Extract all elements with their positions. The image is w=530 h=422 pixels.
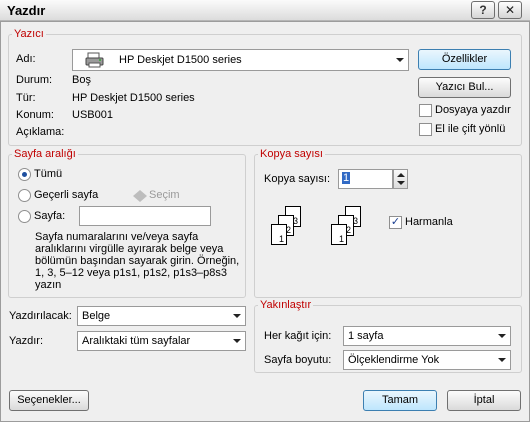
- status-label: Durum:: [16, 74, 53, 86]
- pages-radio[interactable]: [18, 210, 31, 223]
- window-title: Yazdır: [7, 3, 46, 18]
- type-label: Tür:: [16, 92, 36, 104]
- manual-duplex-label: El ile çift yönlü: [435, 123, 506, 135]
- status-value: Boş: [72, 74, 91, 86]
- spin-up-icon[interactable]: [397, 173, 405, 177]
- page-range-legend: Sayfa aralığı: [14, 148, 76, 160]
- title-bar: Yazdır ? ✕: [0, 0, 530, 21]
- properties-button[interactable]: Özellikler: [418, 49, 511, 70]
- copies-count-input[interactable]: 1: [338, 169, 393, 189]
- pages-per-sheet-select[interactable]: 1 sayfa: [343, 326, 511, 346]
- help-button[interactable]: ?: [471, 1, 495, 19]
- print-what-label: Yazdırılacak:: [9, 310, 72, 322]
- printer-legend: Yazıcı: [14, 28, 44, 40]
- collate-label: Harmanla: [405, 216, 453, 228]
- manual-duplex-checkbox[interactable]: [419, 123, 432, 136]
- chevron-down-icon: [233, 339, 241, 343]
- print-to-file-label: Dosyaya yazdır: [435, 104, 511, 116]
- current-page-label: Geçerli sayfa: [34, 189, 99, 201]
- copies-legend: Kopya sayısı: [260, 148, 323, 160]
- ok-button[interactable]: Tamam: [363, 390, 437, 411]
- find-printer-button[interactable]: Yazıcı Bul...: [418, 77, 511, 98]
- help-line: aralıklarını virgülle ayırarak belge vey…: [35, 243, 224, 255]
- type-value: HP Deskjet D1500 series: [72, 92, 195, 104]
- pages-per-sheet-value: 1 sayfa: [348, 330, 384, 342]
- comment-label: Açıklama:: [16, 126, 65, 138]
- help-line: bölümün başından sayarak girin. Örneğin,: [35, 255, 240, 267]
- print-what-value: Belge: [82, 310, 111, 322]
- chevron-down-icon: [498, 358, 506, 362]
- page-icon: 1: [331, 224, 347, 245]
- zoom-legend: Yakınlaştır: [260, 299, 312, 311]
- copies-count-label: Kopya sayısı:: [264, 173, 331, 185]
- selection-label[interactable]: Seçim: [149, 189, 180, 201]
- print-to-file-checkbox[interactable]: [419, 104, 432, 117]
- print-range-select[interactable]: Aralıktaki tüm sayfalar: [77, 331, 246, 351]
- printer-name-select[interactable]: HP Deskjet D1500 series: [72, 49, 409, 71]
- pages-per-sheet-label: Her kağıt için:: [264, 330, 332, 342]
- help-line: 1, 3, 5–12 veya p1s1, p1s2, p1s3–p8s3: [35, 267, 228, 279]
- location-label: Konum:: [16, 109, 54, 121]
- chevron-down-icon: [233, 314, 241, 318]
- print-dialog: Yazıcı Adı: HP Deskjet D1500 series Duru…: [0, 21, 530, 422]
- location-value: USB001: [72, 109, 113, 121]
- page-icon: 1: [271, 224, 287, 245]
- chevron-down-icon: [498, 334, 506, 338]
- all-pages-radio[interactable]: [18, 168, 31, 181]
- cancel-button[interactable]: İptal: [447, 390, 521, 411]
- help-line: Sayfa numaralarını ve/veya sayfa: [35, 231, 199, 243]
- selection-diamond-icon: [133, 190, 147, 202]
- chevron-down-icon: [396, 58, 404, 62]
- all-pages-label: Tümü: [34, 168, 63, 180]
- scale-label: Sayfa boyutu:: [264, 354, 332, 366]
- printer-name-label: Adı:: [16, 53, 36, 65]
- spin-down-icon[interactable]: [397, 181, 405, 185]
- options-button[interactable]: Seçenekler...: [9, 390, 89, 411]
- scale-value: Ölçeklendirme Yok: [348, 354, 440, 366]
- current-page-radio[interactable]: [18, 189, 31, 202]
- print-range-value: Aralıktaki tüm sayfalar: [82, 335, 191, 347]
- close-button[interactable]: ✕: [498, 1, 522, 19]
- printer-name-value: HP Deskjet D1500 series: [119, 54, 242, 66]
- copies-spinner[interactable]: [393, 169, 408, 189]
- pages-label: Sayfa:: [34, 210, 66, 222]
- pages-input[interactable]: [79, 206, 211, 226]
- page-range-help-text: Sayfa numaralarını ve/veya sayfa aralıkl…: [35, 231, 239, 291]
- print-range-label: Yazdır:: [9, 335, 44, 347]
- print-what-select[interactable]: Belge: [77, 306, 246, 326]
- scale-select[interactable]: Ölçeklendirme Yok: [343, 350, 511, 370]
- collate-checkbox[interactable]: ✓: [389, 216, 402, 229]
- help-line: yazın: [35, 279, 62, 291]
- copies-count-value: 1: [342, 172, 351, 184]
- printer-icon: [85, 52, 104, 68]
